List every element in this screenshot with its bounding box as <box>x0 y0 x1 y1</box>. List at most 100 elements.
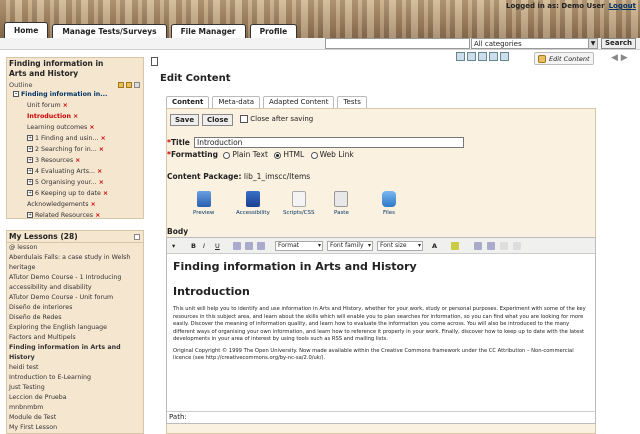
expand-icon[interactable]: + <box>27 179 33 185</box>
search-input[interactable] <box>325 38 470 49</box>
lesson-link[interactable]: Exploring the English language <box>7 323 143 333</box>
lesson-link[interactable]: Module de Test <box>7 413 143 423</box>
italic-button[interactable]: I <box>203 241 205 251</box>
delete-icon[interactable] <box>500 52 509 61</box>
paste-tool[interactable]: Paste <box>334 191 349 216</box>
lesson-link[interactable]: Factors and Multipels <box>7 333 143 343</box>
print-icon[interactable] <box>456 52 465 61</box>
expand-icon[interactable]: + <box>27 212 33 218</box>
delete-icon[interactable]: × <box>63 102 68 109</box>
format-web-link[interactable]: Web Link <box>310 150 354 159</box>
tree-item[interactable]: +3 Resources × <box>9 155 143 166</box>
paste-editor-icon[interactable] <box>500 242 508 250</box>
next-arrow-icon[interactable]: ▶ <box>621 53 628 63</box>
search-button[interactable]: Search <box>601 38 636 49</box>
tab-tests[interactable]: Tests <box>337 96 367 108</box>
scripts-css-tool[interactable]: Scripts/CSS <box>283 191 315 216</box>
editor-menu-icon[interactable]: ▾ <box>172 241 175 251</box>
highlight-icon[interactable] <box>451 242 459 250</box>
lesson-link[interactable]: Introduction to E-Learning <box>7 373 143 383</box>
lesson-link[interactable]: heidi test <box>7 363 143 373</box>
lesson-link[interactable]: ATutor Demo Course - 1 Introducing acces… <box>7 273 143 293</box>
expand-icon[interactable]: + <box>27 146 33 152</box>
align-right-icon[interactable] <box>257 242 265 250</box>
previous-arrow-icon[interactable]: ◀ <box>611 53 618 63</box>
lesson-link[interactable]: Leccion de Prueba <box>7 393 143 403</box>
delete-icon[interactable]: × <box>103 190 108 197</box>
cut-icon[interactable] <box>474 242 482 250</box>
lesson-link[interactable]: @ lesson <box>7 243 143 253</box>
delete-icon[interactable]: × <box>75 157 80 164</box>
tree-item[interactable]: +5 Organising your... × <box>9 177 143 188</box>
lesson-link[interactable]: Just Testing <box>7 383 143 393</box>
tree-item[interactable]: +4 Evaluating Arts... × <box>9 166 143 177</box>
format-select[interactable]: Format <box>275 241 323 251</box>
font-size-select[interactable]: Font size <box>377 241 423 251</box>
delete-icon[interactable]: × <box>73 113 78 120</box>
preview-tool[interactable]: Preview <box>193 191 214 216</box>
files-tool[interactable]: Files <box>382 191 396 216</box>
tree-item[interactable]: - Finding information in... <box>9 89 143 100</box>
expand-icon[interactable]: + <box>27 168 33 174</box>
lesson-link[interactable]: Aberdulais Falls: a case study in Welsh … <box>7 253 143 273</box>
lesson-link[interactable]: ATutor Demo Course - Unit forum <box>7 293 143 303</box>
title-input[interactable]: Introduction <box>194 137 464 148</box>
category-select[interactable]: All categories ▼ <box>471 38 598 49</box>
copy-icon[interactable] <box>487 242 495 250</box>
collapse-icon[interactable] <box>134 234 140 240</box>
delete-icon[interactable]: × <box>99 179 104 186</box>
font-family-select[interactable]: Font family <box>327 241 373 251</box>
delete-icon[interactable]: × <box>101 135 106 142</box>
expand-icon[interactable]: + <box>27 135 33 141</box>
settings-icon[interactable] <box>489 52 498 61</box>
tree-item[interactable]: Acknowledgements × <box>9 199 143 210</box>
tab-file-manager[interactable]: File Manager <box>170 24 246 38</box>
tab-adapted-content[interactable]: Adapted Content <box>263 96 335 108</box>
lesson-link[interactable]: Diseño de interiores <box>7 303 143 313</box>
save-button[interactable]: Save <box>170 114 200 126</box>
edit-content-button[interactable]: Edit Content <box>534 52 594 65</box>
format-plain-text[interactable]: Plain Text <box>223 150 268 159</box>
accessibility-tool[interactable]: Accessibility <box>236 191 270 216</box>
delete-icon[interactable]: × <box>89 124 94 131</box>
tree-item[interactable]: + Related Resources × <box>9 210 143 221</box>
align-center-icon[interactable] <box>245 242 253 250</box>
text-color-icon[interactable]: A <box>432 241 437 251</box>
tree-item[interactable]: +1 Finding and usin... × <box>9 133 143 144</box>
logout-link[interactable]: Logout <box>609 2 636 10</box>
pencil-icon[interactable] <box>134 82 140 88</box>
tree-item[interactable]: +6 Keeping up to date × <box>9 188 143 199</box>
delete-icon[interactable]: × <box>97 168 102 175</box>
tab-meta-data[interactable]: Meta-data <box>212 96 261 108</box>
tab-home[interactable]: Home <box>4 22 49 38</box>
tab-manage-tests[interactable]: Manage Tests/Surveys <box>52 24 167 38</box>
page-icon[interactable] <box>126 82 132 88</box>
lesson-link[interactable]: mnbnmbm <box>7 403 143 413</box>
expand-icon[interactable]: + <box>27 157 33 163</box>
bold-button[interactable]: B <box>191 241 196 251</box>
format-html[interactable]: HTML <box>274 150 304 159</box>
sidebar-toggle-icon[interactable] <box>151 57 158 66</box>
delete-icon[interactable]: × <box>99 146 104 153</box>
align-left-icon[interactable] <box>233 242 241 250</box>
refresh-icon[interactable] <box>478 52 487 61</box>
tab-content[interactable]: Content <box>166 96 210 108</box>
tree-item[interactable]: Learning outcomes × <box>9 122 143 133</box>
delete-icon[interactable]: × <box>95 212 100 219</box>
close-button[interactable]: Close <box>202 114 234 126</box>
close-after-saving-checkbox[interactable] <box>240 115 248 123</box>
underline-button[interactable]: U <box>215 241 220 251</box>
editor-content[interactable]: Finding information in Arts and History … <box>173 260 589 367</box>
folder-icon[interactable] <box>118 82 124 88</box>
tree-item[interactable]: +2 Searching for in... × <box>9 144 143 155</box>
expand-icon[interactable]: + <box>27 190 33 196</box>
export-icon[interactable] <box>467 52 476 61</box>
undo-icon[interactable] <box>513 242 521 250</box>
delete-icon[interactable]: × <box>91 201 96 208</box>
tree-item[interactable]: Unit forum × <box>9 100 143 111</box>
tab-profile[interactable]: Profile <box>249 24 298 38</box>
tree-item[interactable]: Introduction × <box>9 111 143 122</box>
lesson-link[interactable]: My First Lesson <box>7 423 143 433</box>
expand-icon[interactable]: - <box>13 91 19 97</box>
lesson-link[interactable]: Finding information in Arts and History <box>7 343 143 363</box>
